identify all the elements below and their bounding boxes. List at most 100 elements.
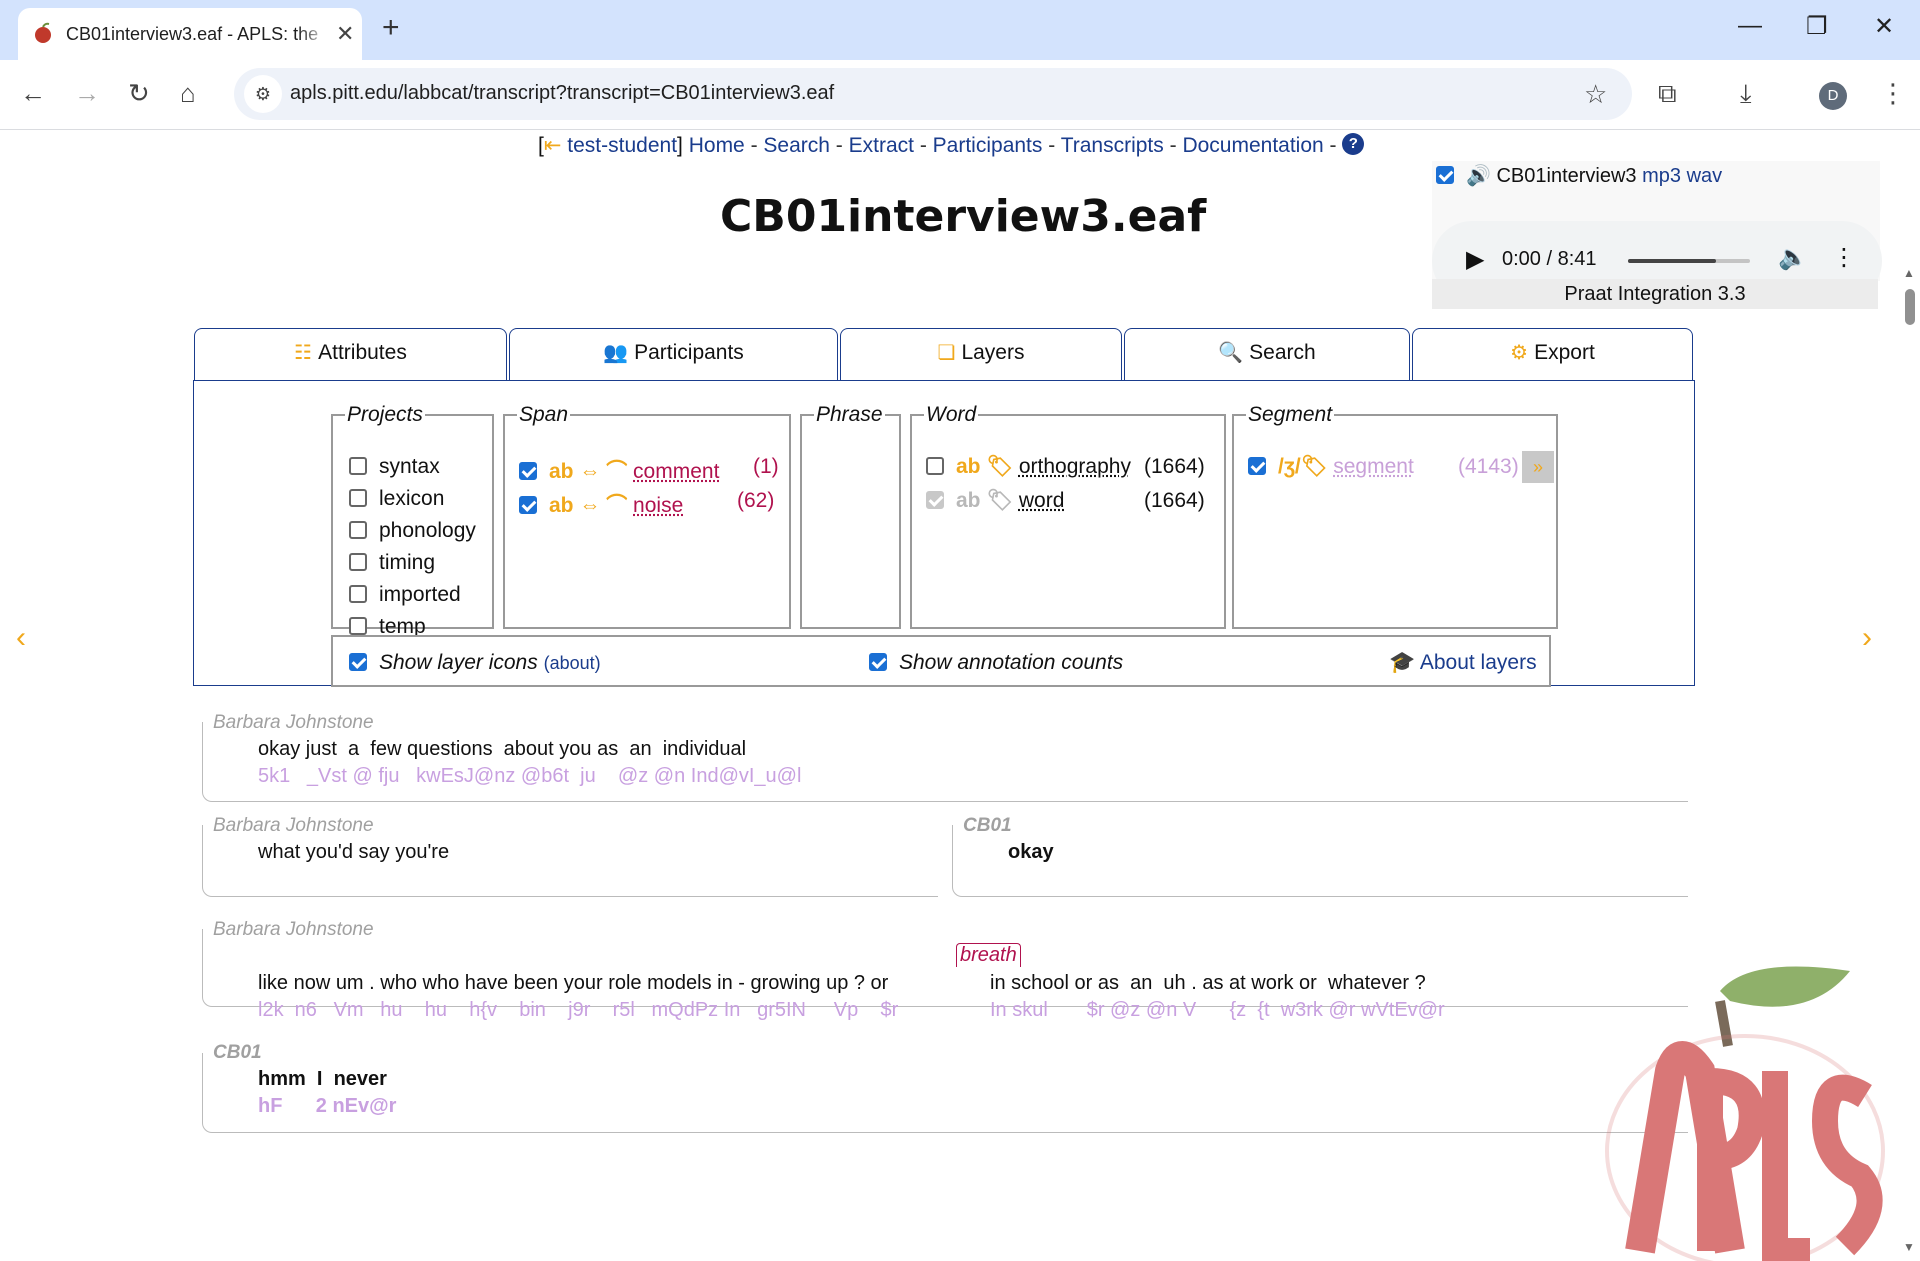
about-layers-link[interactable]: 🎓 About layers [1389, 651, 1537, 675]
close-window-button[interactable]: ✕ [1874, 12, 1894, 41]
project-lexicon[interactable]: lexicon [349, 487, 444, 511]
tab-export[interactable]: ⚙ Export [1412, 328, 1693, 381]
utterance-phonetics[interactable]: l2k n6 Vm hu hu h{v bin j9r r5l mQdPz In… [258, 999, 898, 1022]
previous-arrow-icon[interactable]: ‹ [16, 621, 26, 655]
utterance-phonetics[interactable]: 5k1 _Vst @ fju kwEsJ@nz @b6t ju @z @n In… [258, 765, 801, 788]
logout-icon[interactable]: ⇤ [544, 134, 562, 157]
tab-participants[interactable]: 👥 Participants [509, 328, 838, 381]
checkbox[interactable] [349, 489, 367, 507]
utterance-phonetics[interactable]: In skul $r @z @n V {z {t w3rk @r wVtEv@r [990, 999, 1445, 1022]
nav-participants-link[interactable]: Participants [933, 134, 1043, 157]
minimize-window-button[interactable]: — [1738, 12, 1762, 40]
utterance-turn [202, 722, 1688, 802]
download-icon[interactable]: ⤓ [1740, 78, 1752, 110]
new-tab-button[interactable]: + [382, 11, 400, 45]
layer-orthography[interactable]: ab 🏷 orthography [926, 455, 1131, 479]
checkbox[interactable] [519, 496, 537, 514]
phrase-group: Phrase [800, 403, 901, 629]
layer-name[interactable]: comment [633, 460, 719, 483]
browser-menu-icon[interactable]: ⋮ [1880, 78, 1906, 109]
utterance-words[interactable]: in school or as an uh . as at work or wh… [990, 972, 1426, 995]
utterance-words[interactable]: what you'd say you're [258, 841, 449, 864]
restore-window-button[interactable]: ❐ [1806, 12, 1828, 41]
project-imported[interactable]: imported [349, 583, 461, 607]
nav-extract-link[interactable]: Extract [849, 134, 914, 157]
checkbox[interactable] [349, 653, 367, 671]
show-layer-icons-option[interactable]: Show layer icons (about) [349, 651, 601, 675]
speaker-name: Barbara Johnstone [213, 919, 374, 940]
project-label: imported [379, 583, 461, 606]
profile-avatar[interactable]: D [1819, 82, 1847, 110]
about-layers-label[interactable]: About layers [1420, 651, 1537, 674]
noise-annotation[interactable]: breath [956, 943, 1021, 967]
scroll-up-icon[interactable]: ▲ [1903, 266, 1915, 280]
nav-user-link[interactable]: test-student [567, 134, 677, 157]
site-info-icon[interactable]: ⚙ [244, 75, 282, 113]
reload-icon[interactable]: ↻ [128, 78, 150, 109]
checkbox[interactable] [1248, 457, 1266, 475]
layer-name[interactable]: orthography [1019, 455, 1131, 478]
scrollbar-thumb[interactable] [1905, 289, 1915, 325]
show-counts-option[interactable]: Show annotation counts [869, 651, 1123, 675]
nav-close-bracket: ] [677, 134, 683, 157]
audio-enable-checkbox[interactable] [1436, 166, 1454, 184]
checkbox[interactable] [349, 553, 367, 571]
nav-home-link[interactable]: Home [689, 134, 745, 157]
tab-attributes[interactable]: ☷ Attributes [194, 328, 507, 381]
show-layer-icons-label: Show layer icons [379, 651, 538, 674]
projects-legend: Projects [347, 403, 423, 426]
forward-arrow-icon[interactable]: → [74, 78, 100, 109]
help-icon[interactable]: ? [1342, 133, 1365, 155]
wav-link[interactable]: wav [1687, 165, 1723, 187]
utterance-words[interactable]: like now um . who who have been your rol… [258, 972, 888, 995]
project-syntax[interactable]: syntax [349, 455, 440, 479]
about-link[interactable]: (about) [544, 653, 601, 673]
scroll-down-icon[interactable]: ▼ [1903, 1240, 1915, 1254]
utterance-words[interactable]: hmm I never [258, 1068, 387, 1091]
back-arrow-icon[interactable]: ← [20, 78, 46, 109]
mp3-link[interactable]: mp3 [1642, 165, 1681, 187]
tab-layers[interactable]: ❏ Layers [840, 328, 1122, 383]
page-scrollbar[interactable]: ▲ ▼ [1900, 262, 1920, 1259]
praat-integration-bar[interactable]: Praat Integration 3.3 [1432, 279, 1878, 309]
layer-segment[interactable]: /ʒ/🏷 segment [1248, 455, 1414, 479]
layer-word[interactable]: ab 🏷 word [926, 489, 1064, 513]
checkbox[interactable] [349, 617, 367, 635]
nav-transcripts-link[interactable]: Transcripts [1061, 134, 1164, 157]
checkbox[interactable] [349, 585, 367, 603]
bookmark-star-icon[interactable]: ☆ [1584, 79, 1607, 110]
checkbox[interactable] [926, 457, 944, 475]
layer-name[interactable]: segment [1333, 455, 1414, 478]
close-tab-icon[interactable]: ✕ [336, 21, 354, 47]
next-arrow-icon[interactable]: › [1862, 621, 1872, 655]
utterance-words[interactable]: okay [1008, 841, 1054, 864]
checkbox[interactable] [349, 521, 367, 539]
utterance-words[interactable]: okay just a few questions about you as a… [258, 738, 746, 761]
project-phonology[interactable]: phonology [349, 519, 476, 543]
browser-tab[interactable]: CB01interview3.eaf - APLS: the ✕ [18, 8, 362, 60]
checkbox[interactable] [869, 653, 887, 671]
project-timing[interactable]: timing [349, 551, 435, 575]
checkbox[interactable] [519, 462, 537, 480]
tab-search-label: Search [1249, 341, 1316, 364]
nav-search-link[interactable]: Search [763, 134, 830, 157]
layer-name[interactable]: word [1019, 489, 1065, 512]
checkbox[interactable] [349, 457, 367, 475]
audio-seek-bar[interactable] [1628, 259, 1750, 263]
more-options-icon[interactable]: ⋮ [1832, 243, 1856, 272]
home-icon[interactable]: ⌂ [180, 78, 196, 109]
layer-noise[interactable]: ab ⇔ ⌒ noise [519, 489, 683, 519]
projects-group: Projects syntax lexicon phonology timing… [331, 403, 494, 638]
layer-name[interactable]: noise [633, 494, 683, 517]
address-bar[interactable]: ⚙ apls.pitt.edu/labbcat/transcript?trans… [234, 68, 1632, 120]
tab-search[interactable]: 🔍 Search [1124, 328, 1410, 381]
utterance-phonetics[interactable]: hF 2 nEv@r [258, 1095, 396, 1118]
volume-icon[interactable]: 🔈 [1778, 243, 1808, 272]
play-icon[interactable]: ▶ [1466, 245, 1484, 274]
url-text[interactable]: apls.pitt.edu/labbcat/transcript?transcr… [290, 82, 834, 105]
nav-documentation-link[interactable]: Documentation [1182, 134, 1323, 157]
segment-action-icon[interactable]: » [1522, 451, 1554, 483]
extensions-icon[interactable]: ⧉ [1658, 78, 1677, 110]
layer-comment[interactable]: ab ⇔ ⌒ comment [519, 455, 719, 485]
page-title: CB01interview3.eaf [720, 191, 1207, 242]
